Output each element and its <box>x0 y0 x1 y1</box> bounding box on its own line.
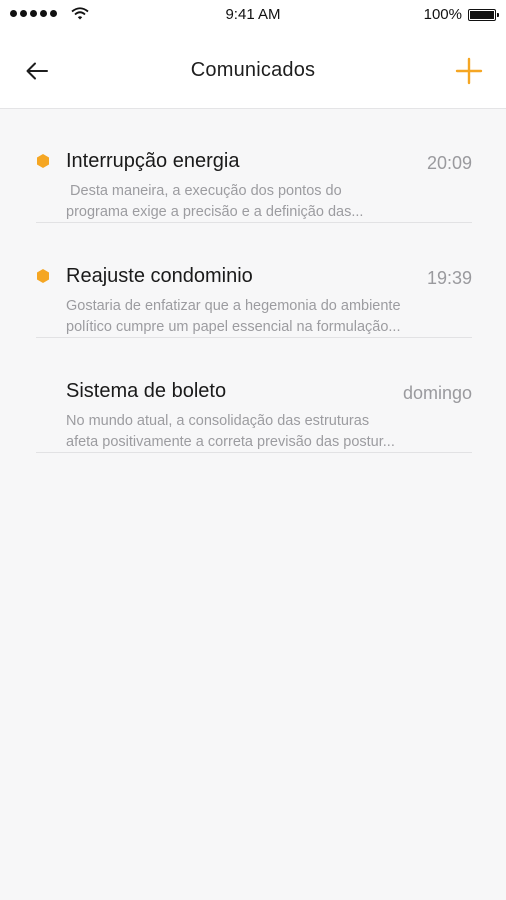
status-bar: 9:41 AM 100% <box>0 0 506 30</box>
battery-icon <box>468 8 499 21</box>
message-preview-line: No mundo atual, a consolidação das estru… <box>66 413 370 429</box>
message-list: Interrupção energia 20:09 Desta maneira,… <box>36 108 472 453</box>
message-preview: No mundo atual, a consolidação das estru… <box>66 411 442 453</box>
page-title: Comunicados <box>190 59 316 81</box>
unread-dot-icon <box>37 269 49 283</box>
message-preview-line: político cumpre um papel essencial na fo… <box>66 319 401 335</box>
navigation-bar: Comunicados <box>0 30 506 109</box>
message-time: 20:09 <box>426 153 472 173</box>
message-title: Interrupção energia <box>66 150 240 172</box>
list-item[interactable]: Reajuste condominio 19:39 Gostaria de en… <box>36 223 472 338</box>
status-bar-right: 100% <box>423 6 499 23</box>
add-message-button[interactable] <box>452 54 486 88</box>
message-title: Sistema de boleto <box>66 380 227 402</box>
message-title: Reajuste condominio <box>66 265 253 287</box>
message-time: domingo <box>402 383 472 403</box>
message-preview-line: Gostaria de enfatizar que a hegemonia do… <box>66 298 401 314</box>
message-preview-line: Desta maneira, a execução dos pontos do <box>66 183 342 199</box>
unread-dot-icon <box>37 154 49 168</box>
battery-percent: 100% <box>423 6 462 23</box>
message-time: 19:39 <box>426 268 472 288</box>
plus-icon <box>455 57 483 85</box>
list-item[interactable]: Interrupção energia 20:09 Desta maneira,… <box>36 108 472 223</box>
message-preview-line: programa exige a precisão e a definição … <box>66 204 364 220</box>
message-preview: Gostaria de enfatizar que a hegemonia do… <box>66 296 442 338</box>
message-preview: Desta maneira, a execução dos pontos do … <box>66 181 442 223</box>
list-item[interactable]: Sistema de boleto domingo No mundo atual… <box>36 338 472 453</box>
message-preview-line: afeta positivamente a correta previsão d… <box>66 434 395 450</box>
